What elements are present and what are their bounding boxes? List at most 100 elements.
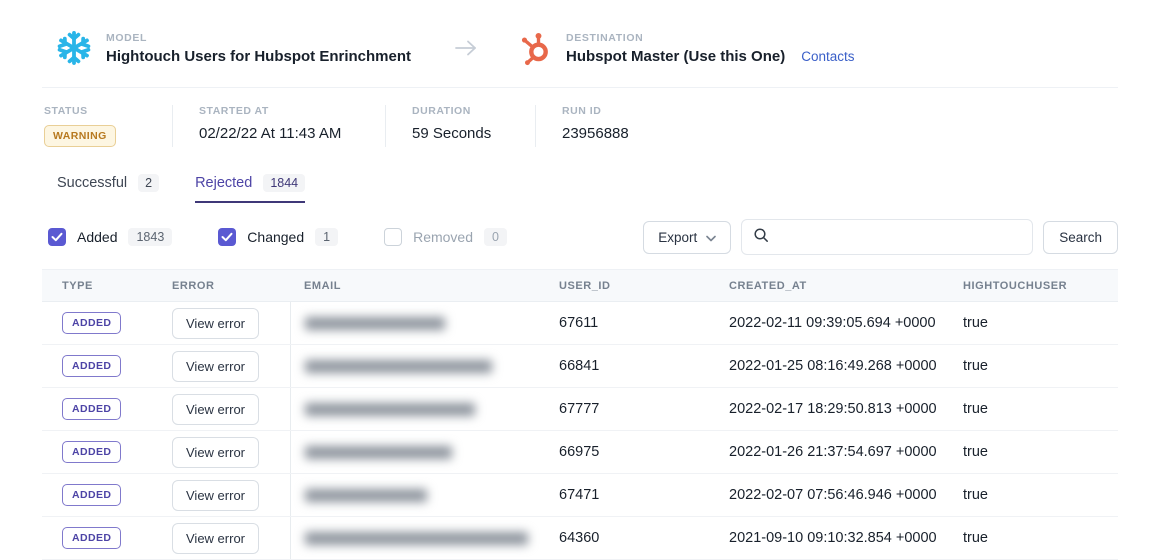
user-id-cell: 67777 [559,388,729,430]
type-badge: ADDED [62,398,121,420]
type-badge: ADDED [62,441,121,463]
search-input[interactable] [778,229,1021,246]
email-cell [290,345,559,387]
user-id-cell: 66975 [559,431,729,473]
email-cell [290,517,559,559]
type-cell: ADDED [42,474,172,516]
duration-value: 59 Seconds [412,125,535,142]
email-cell [290,431,559,473]
created-at-cell: 2021-09-10 09:10:32.854 +0000 [729,517,963,559]
started-at-block: STARTED AT 02/22/22 At 11:43 AM [172,105,385,147]
created-at-cell: 2022-02-07 07:56:46.946 +0000 [729,474,963,516]
type-cell: ADDED [42,302,172,344]
tab-count-badge: 1844 [263,174,305,192]
status-badge: WARNING [44,125,116,147]
type-badge: ADDED [62,312,121,334]
table-row: ADDED View error 676112022-02-11 09:39:05.… [42,302,1118,345]
error-cell: View error [172,431,290,473]
filter-count-badge: 1 [315,228,338,246]
duration-label: DURATION [412,105,535,117]
destination-entity: DESTINATION Hubspot Master (Use this One… [515,29,854,67]
type-cell: ADDED [42,517,172,559]
duration-block: DURATION 59 Seconds [385,105,535,147]
run-id-block: RUN ID 23956888 [535,105,629,147]
redacted-email [305,446,452,459]
filters: Added1843 Changed 1 Removed0 [48,228,553,246]
column-header-user_id: USER_ID [559,270,729,301]
toolbar: Added1843 Changed 1 Removed0 Export Search [42,203,1118,269]
checkbox-checked-icon[interactable] [218,228,236,246]
search-icon [753,227,769,248]
type-cell: ADDED [42,345,172,387]
table-body: ADDED View error 676112022-02-11 09:39:05.… [42,302,1118,560]
type-badge: ADDED [62,355,121,377]
export-button[interactable]: Export [643,221,731,254]
type-cell: ADDED [42,388,172,430]
redacted-email [305,403,475,416]
filter-count-badge: 1843 [128,228,172,246]
redacted-email [305,532,528,545]
created-at-cell: 2022-02-11 09:39:05.694 +0000 [729,302,963,344]
started-at-label: STARTED AT [199,105,385,117]
table-row: ADDEDView error668412022-01-25 08:16:49.… [42,345,1118,388]
error-cell: View error [172,345,290,387]
type-cell: ADDED [42,431,172,473]
error-cell: View error [172,474,290,516]
destination-meta: DESTINATION Hubspot Master (Use this One… [566,32,854,65]
view-error-button[interactable]: View error [172,523,259,554]
tab-label: Successful [57,175,127,191]
type-badge: ADDED [62,527,121,549]
header: MODEL Hightouch Users for Hubspot Enrinc… [42,0,1118,88]
filter-removed[interactable]: Removed0 [384,228,507,246]
status-block: STATUS WARNING [44,105,172,147]
hightouchuser-cell: true [963,431,1118,473]
arrow-right-icon [453,38,479,63]
view-error-button[interactable]: View error [172,394,259,425]
email-cell [290,388,559,430]
snowflake-icon [55,29,93,67]
destination-name: Hubspot Master (Use this One) [566,48,785,65]
error-cell: View error [172,302,290,344]
view-error-button[interactable]: View error [172,437,259,468]
user-id-cell: 67611 [559,302,729,344]
hightouchuser-cell: true [963,474,1118,516]
error-cell: View error [172,388,290,430]
table-header-row: TYPEERROREMAILUSER_IDCREATED_ATHIGHTOUCH… [42,269,1118,302]
filter-changed[interactable]: Changed 1 [218,228,338,246]
error-cell: View error [172,517,290,559]
view-error-button[interactable]: View error [172,308,259,339]
filter-label: Changed [247,229,304,245]
checkbox-checked-icon[interactable] [48,228,66,246]
contacts-link[interactable]: Contacts [801,49,854,64]
hightouchuser-cell: true [963,517,1118,559]
view-error-button[interactable]: View error [172,480,259,511]
checkbox-unchecked-icon[interactable] [384,228,402,246]
column-header-created_at: CREATED_AT [729,270,963,301]
filter-added[interactable]: Added1843 [48,228,172,246]
user-id-cell: 67471 [559,474,729,516]
model-meta: MODEL Hightouch Users for Hubspot Enrinc… [106,32,411,65]
redacted-email [305,317,445,330]
tab-successful[interactable]: Successful2 [57,174,159,203]
column-header-hightouchuser: HIGHTOUCHUSER [963,270,1118,301]
status-label: STATUS [44,105,172,117]
hightouchuser-cell: true [963,345,1118,387]
column-header-error: ERROR [172,270,290,301]
type-badge: ADDED [62,484,121,506]
hightouchuser-cell: true [963,302,1118,344]
view-error-button[interactable]: View error [172,351,259,382]
created-at-cell: 2022-01-26 21:37:54.697 +0000 [729,431,963,473]
run-id-value: 23956888 [562,125,629,142]
tab-rejected[interactable]: Rejected 1844 [195,174,305,203]
table-row: ADDEDView error643602021-09-10 09:10:32.… [42,517,1118,560]
run-id-label: RUN ID [562,105,629,117]
tab-label: Rejected [195,175,252,191]
column-header-email: EMAIL [290,270,559,301]
tabs: Successful2 Rejected 1844 [42,153,1118,203]
model-entity: MODEL Hightouch Users for Hubspot Enrinc… [55,29,411,67]
search-box[interactable] [741,219,1033,255]
redacted-email [305,489,427,502]
hubspot-icon [515,29,553,67]
rejected-rows-table: TYPEERROREMAILUSER_IDCREATED_ATHIGHTOUCH… [42,269,1118,560]
search-button[interactable]: Search [1043,221,1118,254]
